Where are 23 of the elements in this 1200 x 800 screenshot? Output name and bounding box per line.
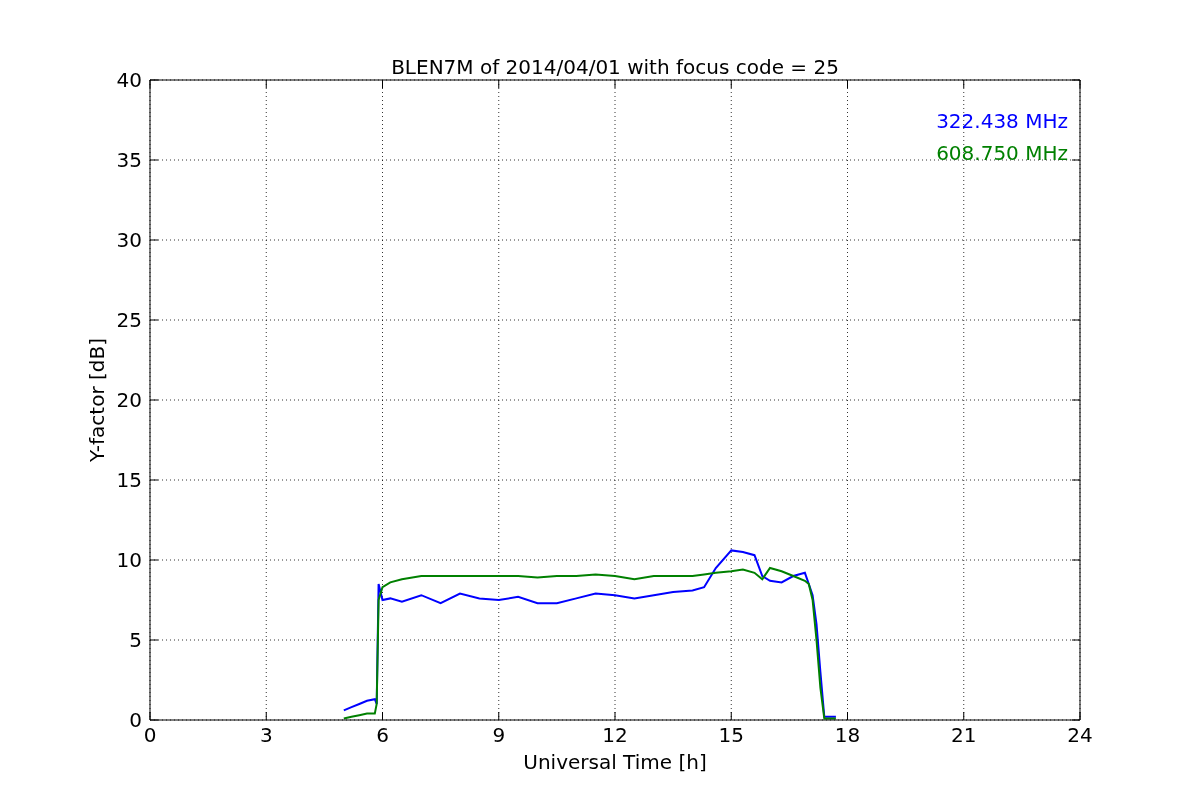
chart-title: BLEN7M of 2014/04/01 with focus code = 25 <box>391 55 839 79</box>
x-tick-label: 21 <box>951 723 977 747</box>
legend-label: 608.750 MHz <box>936 141 1068 165</box>
y-tick-label: 10 <box>116 548 142 572</box>
x-axis-label: Universal Time [h] <box>523 750 707 774</box>
x-tick-label: 18 <box>834 723 861 747</box>
y-tick-label: 15 <box>116 468 142 492</box>
x-tick-label: 15 <box>718 723 744 747</box>
x-tick-label: 12 <box>602 723 628 747</box>
x-tick-label: 6 <box>376 723 389 747</box>
y-tick-label: 35 <box>116 148 142 172</box>
y-tick-label: 20 <box>116 388 142 412</box>
x-tick-label: 3 <box>259 723 273 747</box>
x-tick-label: 9 <box>492 723 506 747</box>
y-axis-label: Y-factor [dB] <box>85 338 109 462</box>
x-tick-label: 24 <box>1067 723 1093 747</box>
y-tick-label: 0 <box>129 708 142 732</box>
legend-label: 322.438 MHz <box>936 109 1068 133</box>
y-tick-label: 25 <box>116 308 142 332</box>
x-tick-label: 0 <box>143 723 157 747</box>
y-tick-label: 30 <box>116 228 142 252</box>
y-tick-label: 40 <box>116 68 142 92</box>
y-tick-label: 5 <box>129 628 142 652</box>
